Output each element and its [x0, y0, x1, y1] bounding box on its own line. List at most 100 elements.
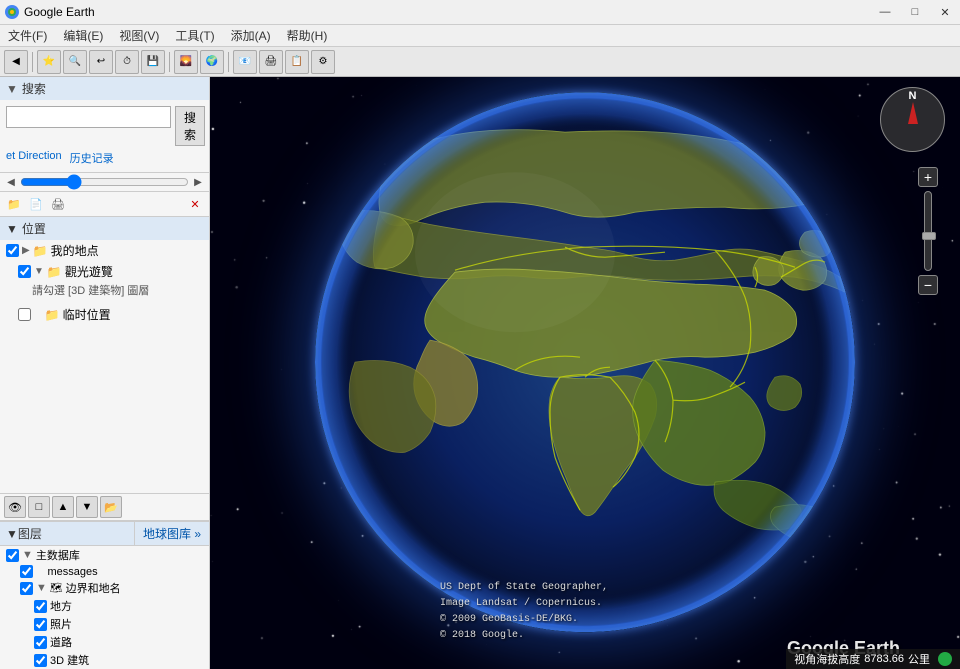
borders-expand[interactable]: ▼: [36, 582, 47, 594]
menubar: 文件(F) 编辑(E) 视图(V) 工具(T) 添加(A) 帮助(H): [0, 25, 960, 47]
get-direction-link[interactable]: et Direction: [6, 150, 62, 166]
nav-btn-eye[interactable]: 👁: [4, 496, 26, 518]
toolbar-sep-3: [228, 52, 229, 72]
toolbar-back-button[interactable]: ◀: [4, 50, 28, 74]
layers-header-row: ▼ 图层 地球图库 »: [0, 522, 209, 546]
places-layer-checkbox[interactable]: [34, 600, 47, 613]
toolbar-btn-6[interactable]: 🌄: [174, 50, 198, 74]
borders-checkbox[interactable]: [20, 582, 33, 595]
app-title: Google Earth: [24, 5, 95, 19]
nav-btn-up[interactable]: ▲: [52, 496, 74, 518]
myplaces-expand[interactable]: ▶: [22, 245, 30, 256]
history-link[interactable]: 历史记录: [70, 150, 114, 166]
places-title: 位置: [22, 220, 46, 237]
layer-item-places[interactable]: 地方: [0, 597, 209, 615]
layers-header[interactable]: ▼ 图层: [0, 522, 134, 545]
myplaces-folder-icon: 📁: [33, 244, 48, 258]
zoom-thumb[interactable]: [922, 232, 936, 240]
layer-item-3d[interactable]: 3D 建筑: [0, 651, 209, 669]
toolbar-btn-9[interactable]: 🖨: [259, 50, 283, 74]
messages-checkbox[interactable]: [20, 565, 33, 578]
roads-checkbox[interactable]: [34, 636, 47, 649]
nav-btn-folder[interactable]: 📂: [100, 496, 122, 518]
scroll-row: ◀ ▶: [0, 173, 209, 192]
layer-item-borders[interactable]: ▼ 🗺 边界和地名: [0, 579, 209, 597]
photos-label: 照片: [50, 616, 72, 632]
photos-checkbox[interactable]: [34, 618, 47, 631]
statusbar-value: 8783.66: [864, 653, 904, 665]
tree-item-3d[interactable]: 請勾選 [3D 建築物] 圖層: [0, 282, 209, 300]
layer-item-messages[interactable]: ▶ messages: [0, 564, 209, 579]
search-section: ▼ 搜索 搜索 et Direction 历史记录: [0, 77, 209, 173]
toolbar-btn-3[interactable]: ↩: [89, 50, 113, 74]
tree-item-tourism[interactable]: ▼ 📁 觀光遊覽: [0, 261, 209, 282]
toolbar-btn-1[interactable]: ⭐: [37, 50, 61, 74]
places-new-btn[interactable]: 📄: [26, 194, 46, 214]
scroll-right-btn[interactable]: ▶: [191, 175, 205, 189]
maximize-button[interactable]: □: [900, 0, 930, 25]
zoom-in-button[interactable]: +: [918, 167, 938, 187]
scroll-slider[interactable]: [20, 175, 189, 189]
nav-btn-down[interactable]: ▼: [76, 496, 98, 518]
scroll-left-btn[interactable]: ◀: [4, 175, 18, 189]
tourism-checkbox[interactable]: [18, 265, 31, 278]
maindb-checkbox[interactable]: [6, 549, 19, 562]
toolbar-sep-1: [32, 52, 33, 72]
layer-item-maindb[interactable]: ▼ 主数据库: [0, 546, 209, 564]
toolbar-btn-10[interactable]: 📋: [285, 50, 309, 74]
globe-svg: [315, 92, 855, 632]
toolbar-btn-8[interactable]: 📧: [233, 50, 257, 74]
globe[interactable]: [315, 92, 855, 632]
toolbar-btn-2[interactable]: 🔍: [63, 50, 87, 74]
menu-edit[interactable]: 编辑(E): [55, 25, 111, 46]
menu-file[interactable]: 文件(F): [0, 25, 55, 46]
search-arrow: ▼: [6, 82, 18, 96]
globe-area[interactable]: N + − US Dept of State Geographer, Image…: [210, 77, 960, 669]
maindb-expand[interactable]: ▼: [22, 549, 33, 561]
globe-info-line1: US Dept of State Geographer,: [440, 580, 608, 596]
tree-item-myplaces[interactable]: ▶ 📁 我的地点: [0, 240, 209, 261]
layer-item-photos[interactable]: 照片: [0, 615, 209, 633]
nav-compass[interactable]: N: [880, 87, 950, 157]
close-button[interactable]: ✕: [930, 0, 960, 25]
toolbar-btn-4[interactable]: ⏱: [115, 50, 139, 74]
menu-add[interactable]: 添加(A): [223, 25, 279, 46]
globe-info-line2: Image Landsat / Copernicus.: [440, 596, 608, 612]
temp-checkbox[interactable]: [18, 308, 31, 321]
menu-tools[interactable]: 工具(T): [167, 25, 222, 46]
nav-bottom: 👁 □ ▲ ▼ 📂: [0, 493, 209, 521]
toolbar-sep-2: [169, 52, 170, 72]
search-header[interactable]: ▼ 搜索: [0, 77, 209, 100]
places-arrow: ▼: [6, 222, 18, 236]
tree-item-temp[interactable]: ▶ 📁 临时位置: [0, 304, 209, 325]
layer-item-roads[interactable]: 道路: [0, 633, 209, 651]
places-folder-btn[interactable]: 📁: [4, 194, 24, 214]
search-row: 搜索: [6, 106, 203, 146]
myplaces-checkbox[interactable]: [6, 244, 19, 257]
library-button[interactable]: 地球图库 »: [134, 522, 209, 545]
compass-circle[interactable]: N: [880, 87, 945, 152]
search-input[interactable]: [6, 106, 171, 128]
statusbar-unit: 公里: [908, 651, 930, 667]
places-header[interactable]: ▼ 位置: [0, 217, 209, 240]
minimize-button[interactable]: —: [870, 0, 900, 25]
3d-buildings-checkbox[interactable]: [34, 654, 47, 667]
globe-container[interactable]: [315, 92, 855, 632]
toolbar-btn-11[interactable]: ⚙: [311, 50, 335, 74]
toolbar-btn-7[interactable]: 🌍: [200, 50, 224, 74]
places-close-btn[interactable]: ✕: [185, 194, 205, 214]
menu-help[interactable]: 帮助(H): [279, 25, 336, 46]
nav-btn-square[interactable]: □: [28, 496, 50, 518]
search-button[interactable]: 搜索: [175, 106, 205, 146]
globe-info-line4: © 2018 Google.: [440, 628, 608, 644]
toolbar-btn-5[interactable]: 💾: [141, 50, 165, 74]
tourism-expand[interactable]: ▼: [34, 266, 44, 277]
zoom-out-button[interactable]: −: [918, 275, 938, 295]
menu-view[interactable]: 视图(V): [111, 25, 167, 46]
places-print-btn[interactable]: 🖨: [48, 194, 68, 214]
titlebar: Google Earth — □ ✕: [0, 0, 960, 25]
zoom-slider-track[interactable]: [924, 191, 932, 271]
places-toolbar: 📁 📄 🖨 ✕: [0, 192, 209, 217]
search-body: 搜索 et Direction 历史记录: [0, 100, 209, 172]
statusbar-label: 视角海拔高度: [794, 651, 860, 667]
